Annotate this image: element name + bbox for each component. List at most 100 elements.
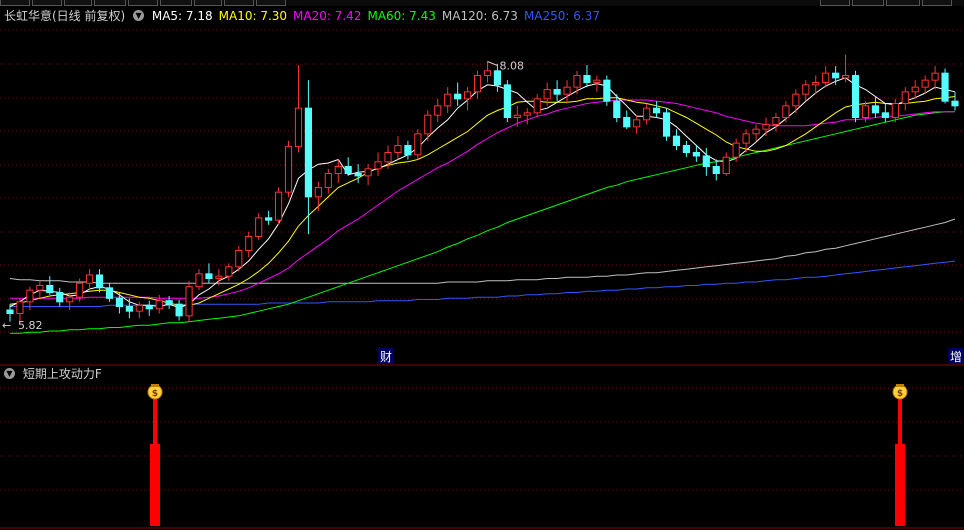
candle-body-up bbox=[294, 107, 303, 148]
candle-body-down bbox=[46, 285, 54, 293]
candle-body-up bbox=[334, 166, 342, 174]
candle-body-down bbox=[56, 292, 64, 303]
candle-body-up bbox=[921, 79, 929, 88]
money-bag-tie bbox=[896, 384, 904, 387]
ma-line-ma10 bbox=[9, 96, 956, 306]
candle-body-down bbox=[105, 287, 114, 299]
low-marker-arrow: ← bbox=[2, 319, 11, 332]
candle-body-down bbox=[205, 273, 213, 280]
money-bag-tie bbox=[151, 384, 159, 387]
candle-body-up bbox=[523, 112, 531, 116]
candle-body-up bbox=[483, 70, 492, 77]
candle-body-up bbox=[543, 89, 551, 100]
candle-body-up bbox=[901, 91, 909, 105]
candle-body-up bbox=[473, 75, 482, 93]
kline-chart[interactable]: 8.08 ← 5.82 财 增 $ $ bbox=[0, 0, 964, 530]
candle-body-down bbox=[712, 166, 720, 174]
candle-body-down bbox=[404, 145, 412, 156]
candle-body-up bbox=[861, 105, 870, 119]
candle-body-up bbox=[36, 285, 44, 291]
candle-body-down bbox=[493, 70, 502, 86]
ma-line-ma60 bbox=[10, 111, 955, 334]
high-price-label: 8.08 bbox=[499, 60, 524, 73]
candle-body-down bbox=[672, 135, 681, 147]
candle-body-up bbox=[324, 173, 332, 188]
candle-body-down bbox=[304, 107, 313, 198]
candle-body-down bbox=[951, 100, 959, 107]
candle-body-up bbox=[66, 296, 74, 303]
candle-body-up bbox=[424, 114, 432, 135]
candle-body-up bbox=[792, 93, 800, 107]
signal-bar bbox=[895, 444, 905, 526]
candle-body-up bbox=[16, 301, 24, 315]
candle-body-up bbox=[782, 105, 790, 119]
candle-body-up bbox=[314, 187, 322, 198]
candle-body-up bbox=[185, 286, 193, 317]
candle-body-up bbox=[633, 119, 641, 128]
candle-body-down bbox=[354, 173, 362, 177]
candle-body-down bbox=[881, 112, 889, 119]
candle-body-down bbox=[553, 89, 561, 95]
candle-body-up bbox=[722, 156, 730, 175]
signal-bar-thin bbox=[898, 398, 902, 444]
candle-body-up bbox=[414, 133, 422, 156]
candle-body-up bbox=[155, 300, 163, 310]
candle-body-up bbox=[643, 107, 651, 121]
candle-body-down bbox=[613, 100, 621, 118]
money-bag-glyph: $ bbox=[897, 389, 903, 399]
candle-body-up bbox=[394, 145, 402, 153]
candle-body-up bbox=[802, 84, 810, 95]
candle-body-up bbox=[593, 79, 601, 83]
candle-body-up bbox=[911, 86, 919, 93]
candle-body-up bbox=[245, 236, 253, 251]
candle-body-down bbox=[583, 75, 591, 83]
candle-body-up bbox=[364, 168, 372, 177]
candle-body-up bbox=[76, 282, 84, 298]
candle-body-down bbox=[165, 300, 173, 305]
candle-body-down bbox=[115, 297, 124, 308]
candle-body-up bbox=[225, 266, 233, 277]
candle-body-up bbox=[215, 275, 223, 279]
candle-body-down bbox=[6, 309, 14, 314]
candle-body-up bbox=[434, 105, 442, 116]
candle-body-down bbox=[145, 304, 153, 310]
candle-body-down bbox=[702, 155, 710, 167]
candle-body-up bbox=[135, 304, 143, 312]
candle-body-up bbox=[762, 124, 770, 130]
candle-body-up bbox=[195, 273, 203, 288]
candle-body-down bbox=[344, 166, 352, 174]
candle-body-up bbox=[26, 289, 34, 303]
signal-bar-thin bbox=[153, 398, 157, 444]
candle-body-up bbox=[822, 72, 830, 83]
candle-body-up bbox=[752, 128, 760, 135]
candle-body-up bbox=[812, 82, 820, 86]
candle-body-up bbox=[284, 146, 293, 193]
candle-body-up bbox=[742, 133, 750, 144]
candle-body-down bbox=[265, 217, 273, 221]
candle-body-up bbox=[235, 250, 243, 268]
candle-body-down bbox=[682, 145, 691, 153]
candle-body-up bbox=[931, 72, 939, 81]
candle-body-up bbox=[463, 91, 472, 100]
candle-body-up bbox=[732, 142, 740, 158]
candle-body-down bbox=[851, 75, 860, 118]
candle-body-down bbox=[832, 72, 840, 79]
candle-body-up bbox=[444, 93, 452, 107]
candle-body-down bbox=[623, 117, 631, 128]
candle-body-up bbox=[274, 191, 283, 221]
event-marker-zeng: 增 bbox=[950, 350, 962, 364]
candle-body-up bbox=[513, 114, 521, 118]
candle-body-up bbox=[573, 75, 581, 88]
money-bag-glyph: $ bbox=[152, 389, 158, 399]
ma-line-ma120 bbox=[9, 218, 956, 284]
ma-line-ma5 bbox=[9, 77, 956, 309]
candle-body-up bbox=[374, 161, 382, 170]
candle-body-down bbox=[692, 152, 700, 157]
candle-body-down bbox=[941, 72, 949, 102]
ma-line-ma250 bbox=[10, 260, 956, 307]
candle-body-up bbox=[533, 98, 541, 114]
candle-body-up bbox=[384, 152, 392, 163]
candle-body-down bbox=[662, 112, 671, 137]
candle-body-down bbox=[95, 274, 104, 289]
candle-body-down bbox=[125, 306, 133, 312]
